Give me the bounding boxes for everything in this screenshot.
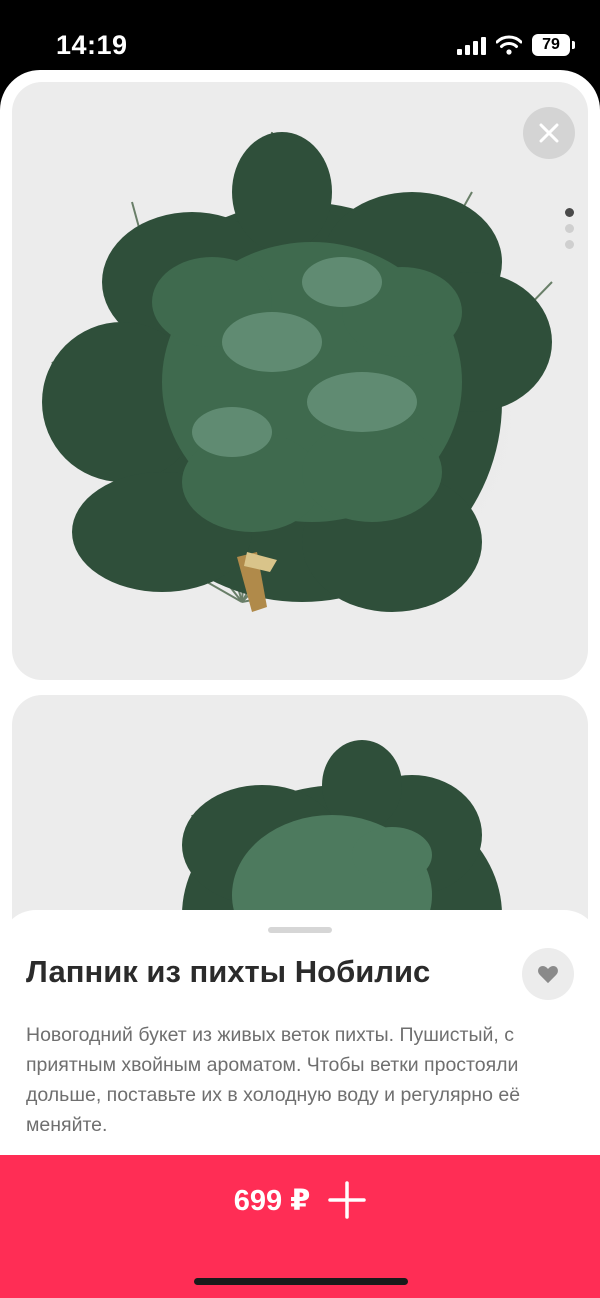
plus-icon	[328, 1181, 367, 1219]
page-dot-2	[565, 224, 574, 233]
status-bar: 14:19 79	[0, 0, 600, 70]
cellular-signal-icon	[457, 35, 486, 55]
product-title: Лапник из пихты Нобилис	[26, 954, 431, 989]
status-icons: 79	[457, 34, 575, 56]
product-image-1[interactable]	[12, 82, 588, 680]
buy-bar: 699 ₽	[0, 1155, 600, 1298]
close-button[interactable]	[523, 107, 575, 159]
product-description: Новогодний букет из живых веток пихты. П…	[26, 1024, 521, 1136]
sheet-grabber[interactable]	[268, 927, 332, 933]
close-icon	[539, 123, 559, 143]
price-label: 699 ₽	[233, 1184, 311, 1217]
fir-branch-bouquet-photo-1	[42, 131, 553, 632]
battery-icon: 79	[532, 34, 575, 56]
battery-level: 79	[542, 36, 560, 53]
product-sheet: Лапник из пихты Нобилис Новогодний букет…	[0, 70, 600, 1298]
page-dot-1	[565, 208, 574, 217]
page-dot-3	[565, 240, 574, 249]
favorite-button[interactable]	[522, 948, 574, 1000]
gallery-page-indicator	[565, 208, 574, 249]
heart-icon	[538, 965, 558, 984]
status-time: 14:19	[56, 30, 128, 60]
add-to-cart-button[interactable]: 699 ₽	[0, 1155, 600, 1245]
home-indicator[interactable]	[194, 1278, 408, 1285]
wifi-icon	[496, 35, 522, 55]
